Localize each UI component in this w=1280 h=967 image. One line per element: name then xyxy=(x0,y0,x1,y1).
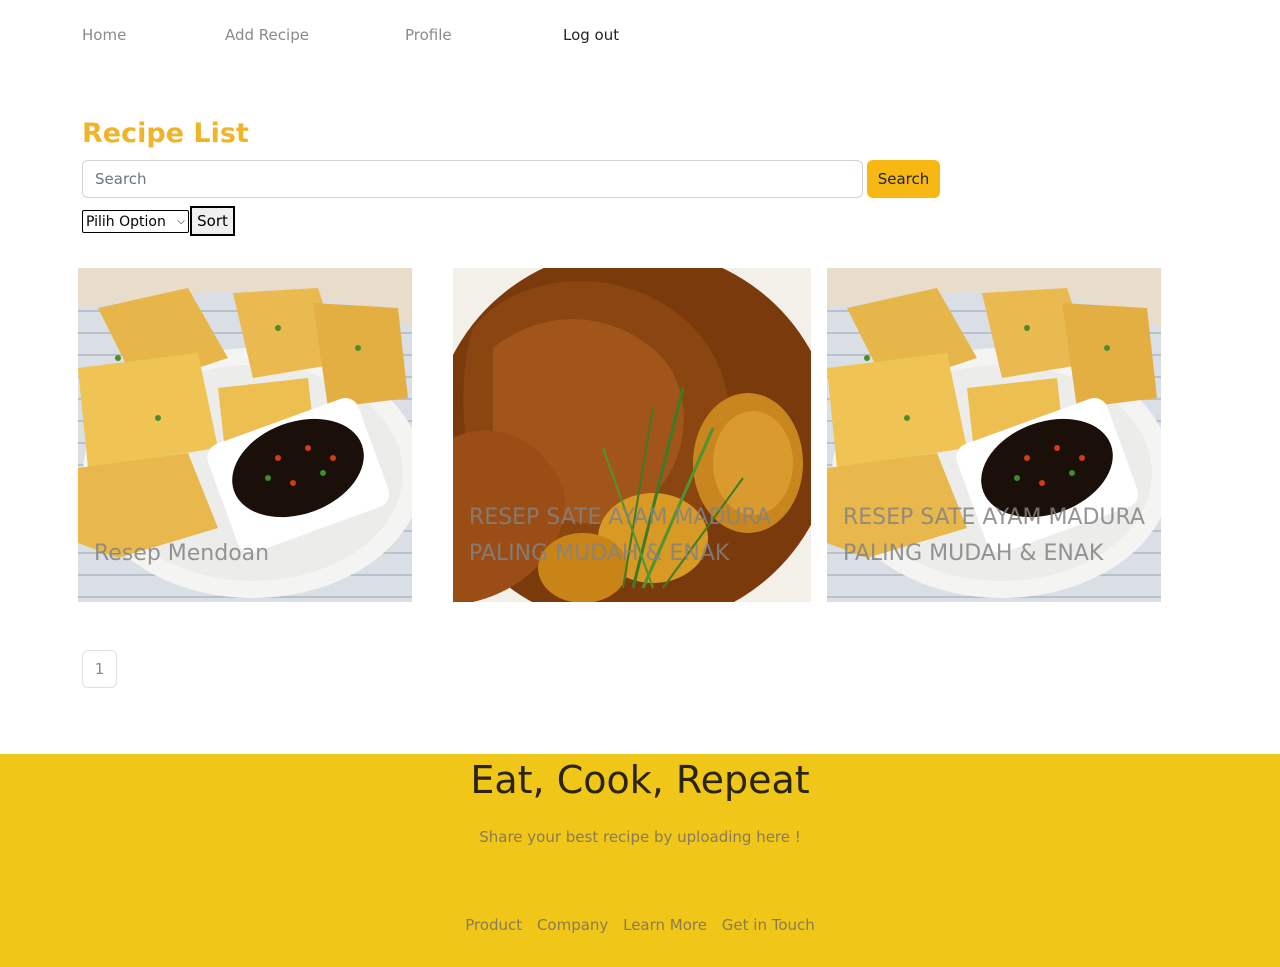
recipe-card[interactable]: RESEP SATE AYAM MADURA PALING MUDAH & EN… xyxy=(827,268,1161,602)
top-nav: Home Add Recipe Profile Log out xyxy=(0,0,1280,72)
footer-link-company[interactable]: Company xyxy=(537,916,608,934)
nav-add-recipe-link[interactable]: Add Recipe xyxy=(225,26,309,44)
sort-button[interactable]: Sort xyxy=(190,206,235,236)
footer-link-learn-more[interactable]: Learn More xyxy=(623,916,707,934)
footer-link-get-in-touch[interactable]: Get in Touch xyxy=(722,916,815,934)
nav-logout-link[interactable]: Log out xyxy=(563,26,619,44)
footer-title: Eat, Cook, Repeat xyxy=(470,758,810,802)
recipe-card[interactable]: RESEP SATE AYAM MADURA PALING MUDAH & EN… xyxy=(453,268,811,602)
nav-profile-link[interactable]: Profile xyxy=(405,26,452,44)
footer-links: Product Company Learn More Get in Touch xyxy=(0,916,1280,934)
search-button[interactable]: Search xyxy=(867,160,940,198)
pagination-page-1[interactable]: 1 xyxy=(82,650,117,688)
recipe-card[interactable]: Resep Mendoan xyxy=(78,268,412,602)
nav-home-link[interactable]: Home xyxy=(82,26,126,44)
page-title: Recipe List xyxy=(82,118,249,149)
chevron-down-icon: ⌵ xyxy=(177,216,185,227)
footer-subtitle: Share your best recipe by uploading here… xyxy=(479,828,801,846)
recipe-title: RESEP SATE AYAM MADURA PALING MUDAH & EN… xyxy=(469,505,771,566)
sort-selected-value: Pilih Option xyxy=(86,213,166,230)
recipe-title: Resep Mendoan xyxy=(94,541,270,566)
footer-link-product[interactable]: Product xyxy=(465,916,522,934)
recipe-title: RESEP SATE AYAM MADURA PALING MUDAH & EN… xyxy=(843,505,1145,566)
sort-option-select[interactable]: Pilih Option ⌵ xyxy=(82,210,189,233)
footer: Eat, Cook, Repeat Share your best recipe… xyxy=(0,754,1280,967)
search-input[interactable] xyxy=(82,160,863,198)
